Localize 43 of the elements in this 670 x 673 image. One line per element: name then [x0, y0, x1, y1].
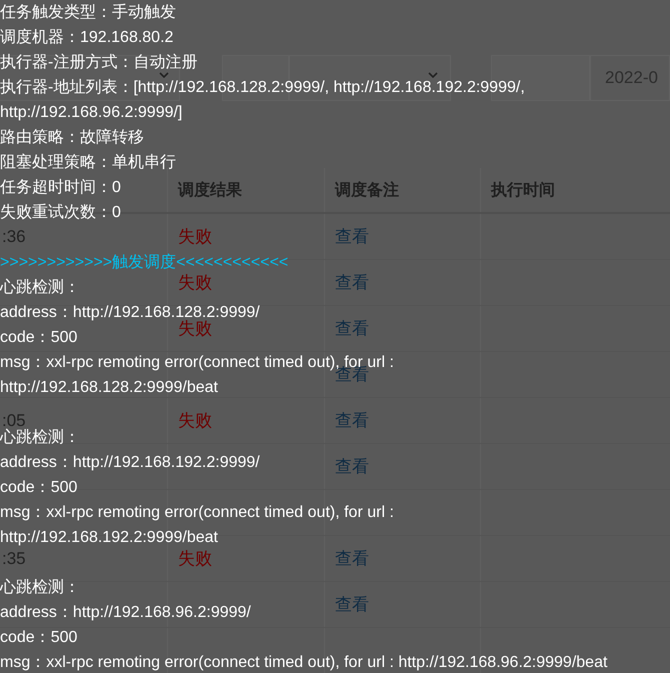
- log-line: 阻塞处理策略：单机串行: [0, 154, 176, 171]
- column-header: 调度备注: [335, 180, 399, 200]
- time-cell-text: :05: [2, 410, 26, 430]
- view-link[interactable]: 查看: [335, 409, 369, 432]
- log-line: 路由策略：故障转移: [0, 129, 144, 146]
- log-line: address：http://192.168.96.2:9999/: [0, 604, 251, 621]
- view-link[interactable]: 查看: [335, 593, 369, 616]
- view-link[interactable]: 查看: [335, 271, 369, 294]
- result-text: 失败: [178, 410, 212, 432]
- log-line: address：http://192.168.128.2:9999/: [0, 304, 260, 321]
- log-line: 执行器-注册方式：自动注册: [0, 54, 198, 71]
- log-line: 调度机器：192.168.80.2: [0, 29, 174, 46]
- log-line: http://192.168.192.2:9999/beat: [0, 529, 218, 546]
- log-line: 心跳检测：: [0, 579, 80, 596]
- view-link[interactable]: 查看: [335, 317, 369, 340]
- log-line: http://192.168.96.2:9999/]: [0, 104, 182, 121]
- log-line: msg：xxl-rpc remoting error(connect timed out), for url :: [0, 504, 394, 521]
- log-line: code：500: [0, 629, 78, 646]
- log-line: msg：xxl-rpc remoting error(connect timed out), for url : http://192.168.96.2:9999/beat: [0, 654, 608, 671]
- trigger-heading: >>>>>>>>>>>>触发调度<<<<<<<<<<<<: [0, 254, 288, 271]
- log-line: code：500: [0, 329, 78, 346]
- caret-icon: [428, 72, 438, 78]
- result-text: 失败: [178, 226, 212, 248]
- caret-icon: [159, 72, 170, 78]
- column-header: 执行时间: [491, 180, 555, 200]
- log-line: 心跳检测：: [0, 279, 80, 296]
- log-line: 心跳检测：: [0, 429, 80, 446]
- time-cell: :36: [2, 226, 26, 246]
- log-line: address：http://192.168.192.2:9999/: [0, 454, 260, 471]
- result-text: 失败: [178, 272, 212, 294]
- view-link[interactable]: 查看: [335, 455, 369, 478]
- result-text: 失败: [178, 548, 212, 570]
- log-line: 任务超时时间：0: [0, 179, 121, 196]
- log-line: http://192.168.128.2:9999/beat: [0, 379, 218, 396]
- log-line: 任务触发类型：手动触发: [0, 4, 176, 21]
- view-link[interactable]: 查看: [335, 547, 369, 570]
- view-link[interactable]: 查看: [335, 225, 369, 248]
- column-header: 调度结果: [178, 180, 242, 200]
- log-line: code：500: [0, 479, 78, 496]
- time-cell: :35: [2, 548, 26, 568]
- log-line: 执行器-地址列表：[http://192.168.128.2:9999/, http://192.168.192.2:9999/,: [0, 79, 525, 96]
- log-line: 失败重试次数：0: [0, 204, 121, 221]
- result-text: 失败: [178, 319, 212, 340]
